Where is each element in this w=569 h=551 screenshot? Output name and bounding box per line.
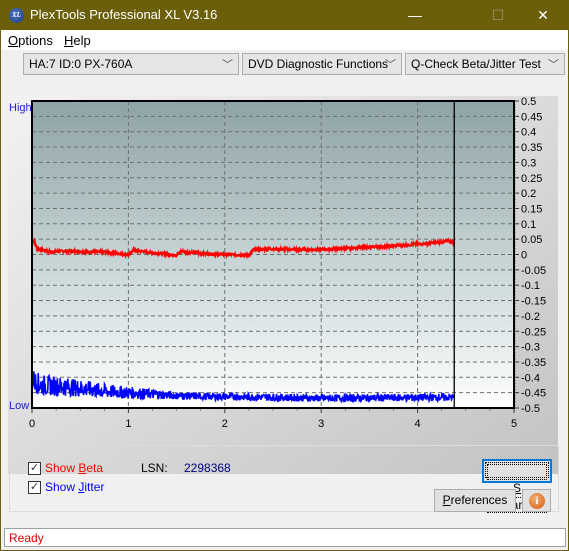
function-group-select[interactable]: DVD Diagnostic Functions ﹀: [242, 53, 402, 75]
show-jitter-label[interactable]: Show Jitter: [45, 480, 104, 494]
y-tick-label: -0.4: [521, 372, 540, 384]
lsn-value: 2298368: [184, 461, 231, 475]
show-jitter-text: Show Jitter: [45, 480, 104, 494]
y-tick-label: -0.5: [521, 403, 540, 415]
x-tick-label: 4: [415, 418, 421, 430]
y-tick-label: 0.2: [521, 188, 536, 200]
toolbar: HA:7 ID:0 PX-760A ﹀ DVD Diagnostic Funct…: [1, 50, 568, 78]
status-bar: Ready: [4, 528, 566, 547]
high-label: High: [9, 102, 32, 114]
preferences-button-label: Preferences: [443, 493, 508, 507]
y-tick-label: -0.35: [521, 357, 546, 369]
y-tick-label: 0.05: [521, 234, 542, 246]
info-button[interactable]: i: [522, 489, 551, 512]
chevron-down-icon: ﹀: [385, 59, 396, 71]
menu-options[interactable]: Options: [8, 33, 53, 48]
low-label: Low: [9, 400, 29, 412]
client-area: Options Help HA:7 ID:0 PX-760A ﹀ DVD Dia…: [1, 30, 568, 550]
maximize-button[interactable]: ☐: [475, 0, 521, 30]
drive-select-value: HA:7 ID:0 PX-760A: [29, 57, 133, 71]
x-tick-label: 1: [125, 418, 131, 430]
start-button[interactable]: Start: [482, 459, 552, 513]
start-button-label: Start: [485, 462, 549, 513]
y-tick-label: 0.1: [521, 219, 536, 231]
y-tick-label: 0: [521, 250, 527, 262]
app-logo-icon: XL: [9, 8, 24, 23]
menu-options-accel: O: [8, 33, 19, 48]
x-tick-label: 2: [222, 418, 228, 430]
x-tick-label: 0: [29, 418, 35, 430]
y-tick-label: -0.45: [521, 388, 546, 400]
y-tick-label: 0.15: [521, 203, 542, 215]
options-panel: ✓ Show Beta ✓ Show Jitter LSN: 2298368 S…: [9, 445, 559, 513]
test-select[interactable]: Q-Check Beta/Jitter Test ﹀: [405, 53, 565, 75]
y-tick-label: 0.4: [521, 127, 536, 139]
lsn-label: LSN:: [141, 461, 168, 475]
function-group-value: DVD Diagnostic Functions: [248, 57, 389, 71]
menu-help-rest: elp: [73, 33, 91, 48]
y-tick-label: -0.15: [521, 296, 546, 308]
label-part: references: [450, 493, 508, 507]
y-tick-label: -0.25: [521, 326, 546, 338]
x-tick-label: 3: [318, 418, 324, 430]
label-part: eta: [86, 461, 104, 475]
y-tick-label: 0.25: [521, 173, 542, 185]
info-icon: i: [529, 493, 545, 509]
show-beta-text: Show Beta: [45, 461, 103, 475]
label-accel: P: [442, 493, 451, 507]
label-part: Show: [45, 461, 79, 475]
y-tick-label: -0.2: [521, 311, 540, 323]
show-jitter-checkbox[interactable]: ✓: [28, 481, 41, 494]
test-select-value: Q-Check Beta/Jitter Test: [411, 57, 541, 71]
y-tick-label: -0.05: [521, 265, 546, 277]
y-tick-label: 0.3: [521, 157, 536, 169]
minimize-button[interactable]: —: [392, 0, 438, 30]
label-part: [487, 464, 547, 480]
y-tick-label: 0.35: [521, 142, 542, 154]
show-beta-checkbox[interactable]: ✓: [28, 462, 41, 475]
label-part: Show: [45, 480, 79, 494]
beta-jitter-chart: 0.5 0.45 0.4 0.35 0.3 0.25 0.2 0.15 0.1 0.05 0 -0.0…: [9, 96, 546, 430]
menu-help-accel: H: [64, 33, 74, 48]
close-button[interactable]: ✕: [520, 0, 566, 30]
label-part: itter: [84, 480, 105, 494]
title-bar: XL PlexTools Professional XL V3.16 — ☐ ✕: [0, 0, 569, 30]
menu-help[interactable]: Help: [64, 33, 91, 48]
menu-options-rest: ptions: [18, 33, 53, 48]
chevron-down-icon: ﹀: [548, 59, 559, 71]
window-title: PlexTools Professional XL V3.16: [30, 7, 218, 22]
x-tick-label: 5: [511, 418, 517, 430]
show-beta-label[interactable]: Show Beta: [45, 461, 103, 475]
y-tick-label: 0.5: [521, 96, 536, 108]
chart-panel: 0.5 0.45 0.4 0.35 0.3 0.25 0.2 0.15 0.1 0.05 0 -0.0…: [8, 96, 558, 474]
preferences-button[interactable]: Preferences: [434, 489, 516, 512]
menu-bar: Options Help: [1, 30, 568, 50]
y-tick-label: 0.45: [521, 111, 542, 123]
drive-select[interactable]: HA:7 ID:0 PX-760A ﹀: [23, 53, 239, 75]
chevron-down-icon: ﹀: [222, 59, 233, 71]
y-tick-label: -0.3: [521, 342, 540, 354]
y-tick-label: -0.1: [521, 280, 540, 292]
